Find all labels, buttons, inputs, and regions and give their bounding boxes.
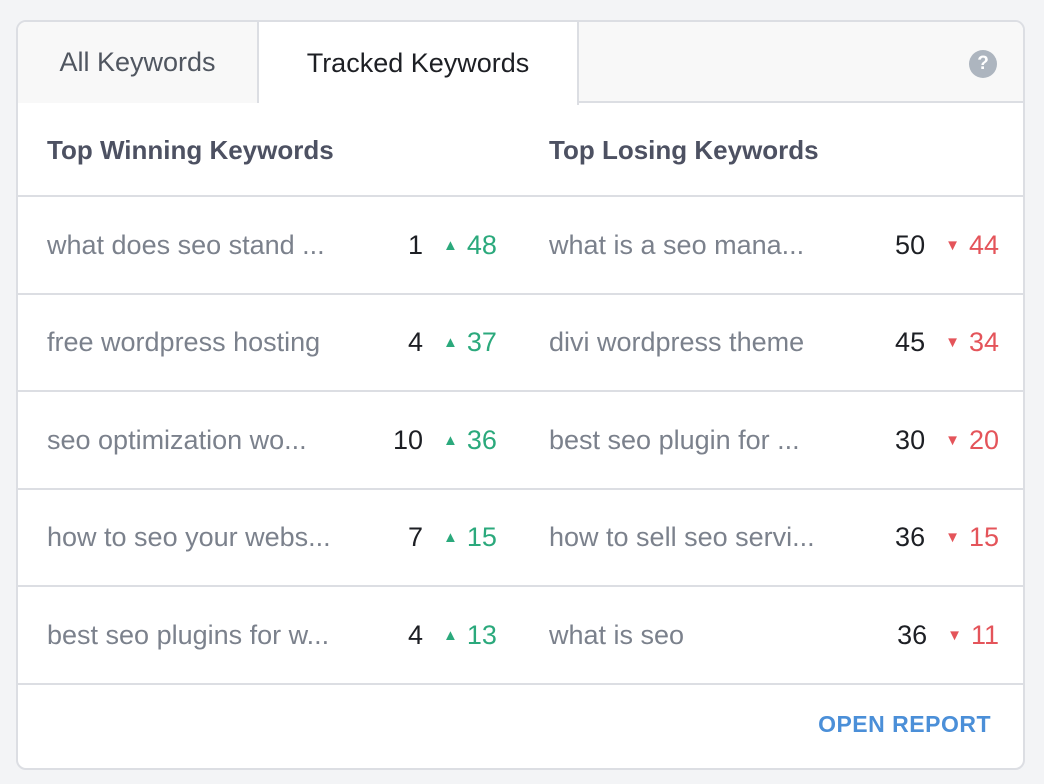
- keyword-position: 30: [895, 424, 926, 455]
- arrow-down-icon: ▼: [945, 431, 960, 449]
- winning-keyword-row: best seo plugins for w... 4 ▲ 13: [47, 587, 497, 683]
- keyword-text[interactable]: what does seo stand ...: [47, 230, 367, 261]
- losing-keywords-heading: Top Losing Keywords: [549, 134, 819, 165]
- keyword-position: 10: [392, 424, 423, 455]
- keyword-text[interactable]: seo optimization wo...: [47, 425, 367, 456]
- keyword-position: 36: [897, 619, 928, 650]
- losing-keyword-row: how to sell seo servi... 36 ▼ 15: [549, 490, 999, 586]
- arrow-up-icon: ▲: [443, 334, 458, 351]
- winning-keyword-row: how to seo your webs... 7 ▲ 15: [47, 490, 497, 586]
- keyword-text[interactable]: what is a seo mana...: [549, 230, 832, 261]
- losing-keyword-row: what is a seo mana... 50 ▼ 44: [549, 197, 999, 293]
- arrow-down-icon: ▼: [945, 334, 960, 351]
- keyword-position: 50: [895, 229, 926, 260]
- keyword-position: 4: [407, 327, 423, 357]
- position-change: 44: [968, 229, 999, 260]
- arrow-down-icon: ▼: [945, 236, 960, 254]
- keyword-position: 4: [407, 619, 423, 650]
- tab-all-keywords[interactable]: All Keywords: [18, 22, 259, 103]
- arrow-up-icon: ▲: [443, 529, 458, 546]
- position-change: 37: [466, 327, 497, 357]
- arrow-down-icon: ▼: [945, 529, 960, 546]
- keyword-text[interactable]: free wordpress hosting: [47, 327, 367, 358]
- position-change: 34: [968, 327, 999, 357]
- keyword-text[interactable]: how to seo your webs...: [47, 522, 367, 553]
- keyword-text[interactable]: what is seo: [549, 620, 834, 651]
- tab-bar: All Keywords Tracked Keywords ?: [18, 22, 1023, 105]
- keyword-text[interactable]: best seo plugins for w...: [47, 620, 367, 651]
- position-change: 48: [466, 229, 497, 260]
- winning-keyword-row: seo optimization wo... 10 ▲ 36: [47, 392, 497, 488]
- keyword-text[interactable]: how to sell seo servi...: [549, 522, 832, 553]
- arrow-down-icon: ▼: [947, 626, 962, 644]
- losing-keyword-row: what is seo 36 ▼ 11: [549, 587, 999, 683]
- winning-keywords-heading: Top Winning Keywords: [47, 134, 334, 165]
- keyword-position: 45: [895, 327, 926, 357]
- winning-keyword-row: what does seo stand ... 1 ▲ 48: [47, 197, 497, 293]
- keyword-position: 36: [895, 522, 926, 552]
- losing-keyword-row: divi wordpress theme 45 ▼ 34: [549, 295, 999, 391]
- arrow-up-icon: ▲: [443, 236, 458, 254]
- keyword-text[interactable]: best seo plugin for ...: [549, 425, 832, 456]
- losing-keyword-row: best seo plugin for ... 30 ▼ 20: [549, 392, 999, 488]
- tab-tracked-keywords[interactable]: Tracked Keywords: [259, 22, 579, 105]
- help-icon[interactable]: ?: [969, 50, 997, 78]
- arrow-up-icon: ▲: [443, 431, 458, 449]
- position-change: 15: [466, 522, 497, 552]
- open-report-link[interactable]: OPEN REPORT: [818, 711, 991, 738]
- keyword-position: 7: [407, 522, 423, 552]
- position-change: 11: [970, 619, 999, 650]
- winning-keyword-row: free wordpress hosting 4 ▲ 37: [47, 295, 497, 391]
- keyword-rankings-card: All Keywords Tracked Keywords ? Top Winn…: [16, 20, 1025, 770]
- keyword-text[interactable]: divi wordpress theme: [549, 327, 832, 358]
- position-change: 13: [466, 619, 497, 650]
- keyword-position: 1: [407, 229, 423, 260]
- position-change: 15: [968, 522, 999, 552]
- position-change: 36: [466, 424, 497, 455]
- arrow-up-icon: ▲: [443, 626, 458, 644]
- position-change: 20: [968, 424, 999, 455]
